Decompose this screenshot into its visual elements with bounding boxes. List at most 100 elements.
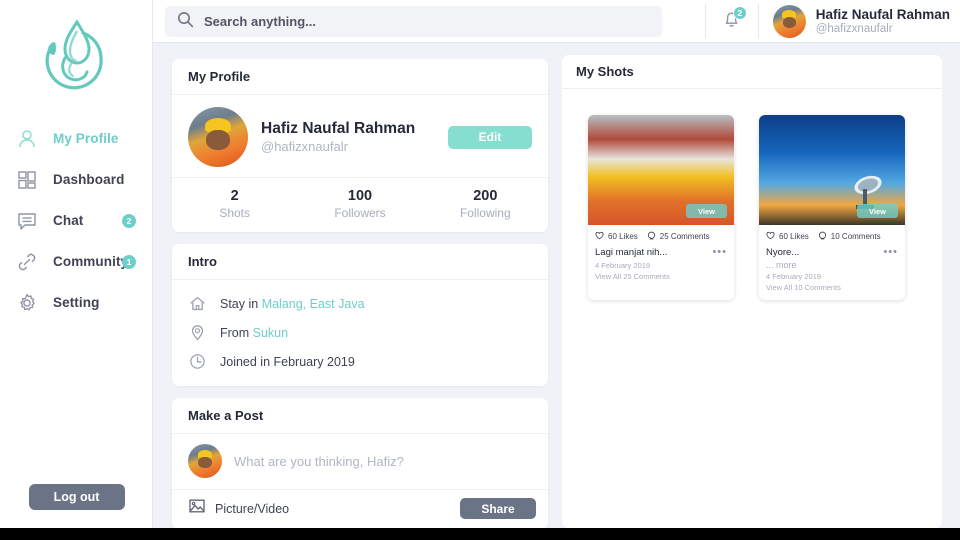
grid-icon: [14, 167, 40, 193]
make-post-card: Make a Post Picture/Video Share: [172, 398, 548, 528]
my-shots-panel: My Shots View 60 Likes 25 Comments Lagi …: [562, 55, 942, 528]
sidebar-item-label: My Profile: [53, 131, 119, 146]
sidebar-item-label: Community: [53, 254, 129, 269]
intro-body: Stay in Malang, East Java From Sukun Joi…: [172, 280, 548, 386]
shot-caption-row: Nyore... •••: [759, 245, 905, 259]
view-button[interactable]: View: [857, 204, 898, 218]
heart-icon[interactable]: [766, 231, 775, 242]
intro-text: Joined in February 2019: [220, 354, 355, 369]
shot-image[interactable]: View: [759, 115, 905, 225]
search-box[interactable]: [165, 6, 662, 37]
stat-following: 200 Following: [423, 187, 548, 221]
flame-circle-logo-icon: [45, 19, 103, 90]
share-button[interactable]: Share: [460, 498, 536, 519]
my-shots-title: My Shots: [562, 55, 942, 89]
sidebar-item-dashboard[interactable]: Dashboard: [0, 159, 153, 200]
avatar: [772, 4, 806, 38]
user-icon: [14, 126, 40, 152]
intro-card-title: Intro: [172, 244, 548, 280]
app-logo: [0, 8, 153, 104]
avatar: [188, 444, 222, 478]
stat-value: 2: [230, 188, 239, 204]
logout-button[interactable]: Log out: [28, 484, 125, 510]
pin-icon: [188, 323, 207, 342]
image-icon[interactable]: [188, 497, 206, 520]
shot-image[interactable]: View: [588, 115, 734, 225]
search-icon: [177, 11, 194, 33]
chat-icon: [14, 208, 40, 234]
top-header: 2 Hafiz Naufal Rahman @hafizxnaufalr: [153, 0, 960, 43]
stat-shots: 2 Shots: [172, 187, 297, 221]
likes-count: 60 Likes: [608, 232, 638, 241]
more-dots-icon[interactable]: •••: [883, 247, 898, 258]
main-content: My Profile Hafiz Naufal Rahman @hafizxna…: [153, 43, 960, 528]
intro-card: Intro Stay in Malang, East Java From Suk…: [172, 244, 548, 386]
sidebar-badge-community: 1: [122, 254, 136, 269]
shot-stats: 60 Likes 25 Comments: [588, 225, 734, 245]
sidebar: My Profile Dashboard Chat 2 Community 1 …: [0, 0, 153, 528]
shot-caption: Lagi manjat nih...: [595, 247, 668, 258]
shot-date: 4 February 2019: [595, 261, 651, 270]
clock-icon: [188, 352, 207, 371]
view-all-comments-link[interactable]: View All 10 Comments: [759, 281, 905, 300]
sidebar-item-label: Setting: [53, 295, 100, 310]
comments-count: 25 Comments: [659, 232, 710, 241]
profile-name: Hafiz Naufal Rahman: [261, 119, 416, 137]
sidebar-item-community[interactable]: Community 1: [0, 241, 153, 282]
intro-row-stay-in: Stay in Malang, East Java: [172, 289, 548, 318]
intro-row-joined: Joined in February 2019: [172, 347, 548, 376]
intro-text: Stay in: [220, 296, 262, 311]
shot-stats: 60 Likes 10 Comments: [759, 225, 905, 245]
likes-count: 60 Likes: [779, 232, 809, 241]
header-user-handle: @hafizxnaufalr: [815, 22, 893, 35]
view-button[interactable]: View: [686, 204, 727, 218]
make-post-title: Make a Post: [172, 398, 548, 434]
comments-count: 10 Comments: [830, 232, 881, 241]
profile-stats: 2 Shots 100 Followers 200 Following: [172, 177, 548, 232]
left-column: My Profile Hafiz Naufal Rahman @hafizxna…: [172, 59, 548, 528]
stat-label: Shots: [219, 206, 250, 220]
stat-label: Following: [459, 206, 511, 220]
heart-icon[interactable]: [595, 231, 604, 242]
profile-card: My Profile Hafiz Naufal Rahman @hafizxna…: [172, 59, 548, 232]
sidebar-item-chat[interactable]: Chat 2: [0, 200, 153, 241]
shot-card[interactable]: View 60 Likes 10 Comments Nyore... ••• .…: [759, 115, 905, 300]
shot-card[interactable]: View 60 Likes 25 Comments Lagi manjat ni…: [588, 115, 734, 300]
link-icon: [14, 249, 40, 275]
sidebar-badge-chat: 2: [122, 213, 136, 228]
shots-grid: View 60 Likes 25 Comments Lagi manjat ni…: [562, 89, 942, 300]
notifications-button[interactable]: 2: [706, 0, 758, 42]
edit-profile-button[interactable]: Edit: [448, 125, 532, 149]
stat-value: 200: [473, 188, 498, 204]
post-footer: Picture/Video Share: [172, 490, 548, 528]
post-input-row: [172, 434, 548, 490]
stat-label: Followers: [334, 206, 386, 220]
comment-icon[interactable]: [818, 231, 827, 242]
sidebar-item-setting[interactable]: Setting: [0, 282, 153, 323]
profile-handle: @hafizxnaufalr: [261, 138, 348, 154]
sidebar-item-label: Chat: [53, 213, 84, 228]
header-user-name: Hafiz Naufal Rahman: [815, 6, 950, 22]
shot-more-link[interactable]: ... more: [759, 259, 905, 270]
more-dots-icon[interactable]: •••: [712, 247, 727, 258]
post-input[interactable]: [234, 453, 532, 469]
sidebar-item-label: Dashboard: [53, 172, 125, 187]
intro-row-from: From Sukun: [172, 318, 548, 347]
intro-link[interactable]: Malang, East Java: [262, 297, 365, 311]
picture-video-label[interactable]: Picture/Video: [215, 502, 289, 516]
shot-caption-row: Lagi manjat nih... •••: [588, 245, 734, 259]
intro-text: From: [220, 325, 253, 340]
logout-container: Log out: [0, 484, 153, 510]
sidebar-nav: My Profile Dashboard Chat 2 Community 1 …: [0, 118, 153, 323]
sidebar-item-my-profile[interactable]: My Profile: [0, 118, 153, 159]
comment-icon[interactable]: [647, 231, 656, 242]
header-user-menu[interactable]: Hafiz Naufal Rahman @hafizxnaufalr: [759, 0, 960, 42]
profile-card-title: My Profile: [172, 59, 548, 95]
stat-followers: 100 Followers: [297, 187, 422, 221]
shot-date: 4 February 2019: [766, 272, 822, 281]
intro-link[interactable]: Sukun: [253, 326, 288, 340]
avatar: [188, 107, 248, 167]
search-input[interactable]: [204, 14, 624, 29]
shot-caption: Nyore...: [766, 247, 800, 258]
view-all-comments-link[interactable]: View All 25 Comments: [588, 270, 734, 289]
